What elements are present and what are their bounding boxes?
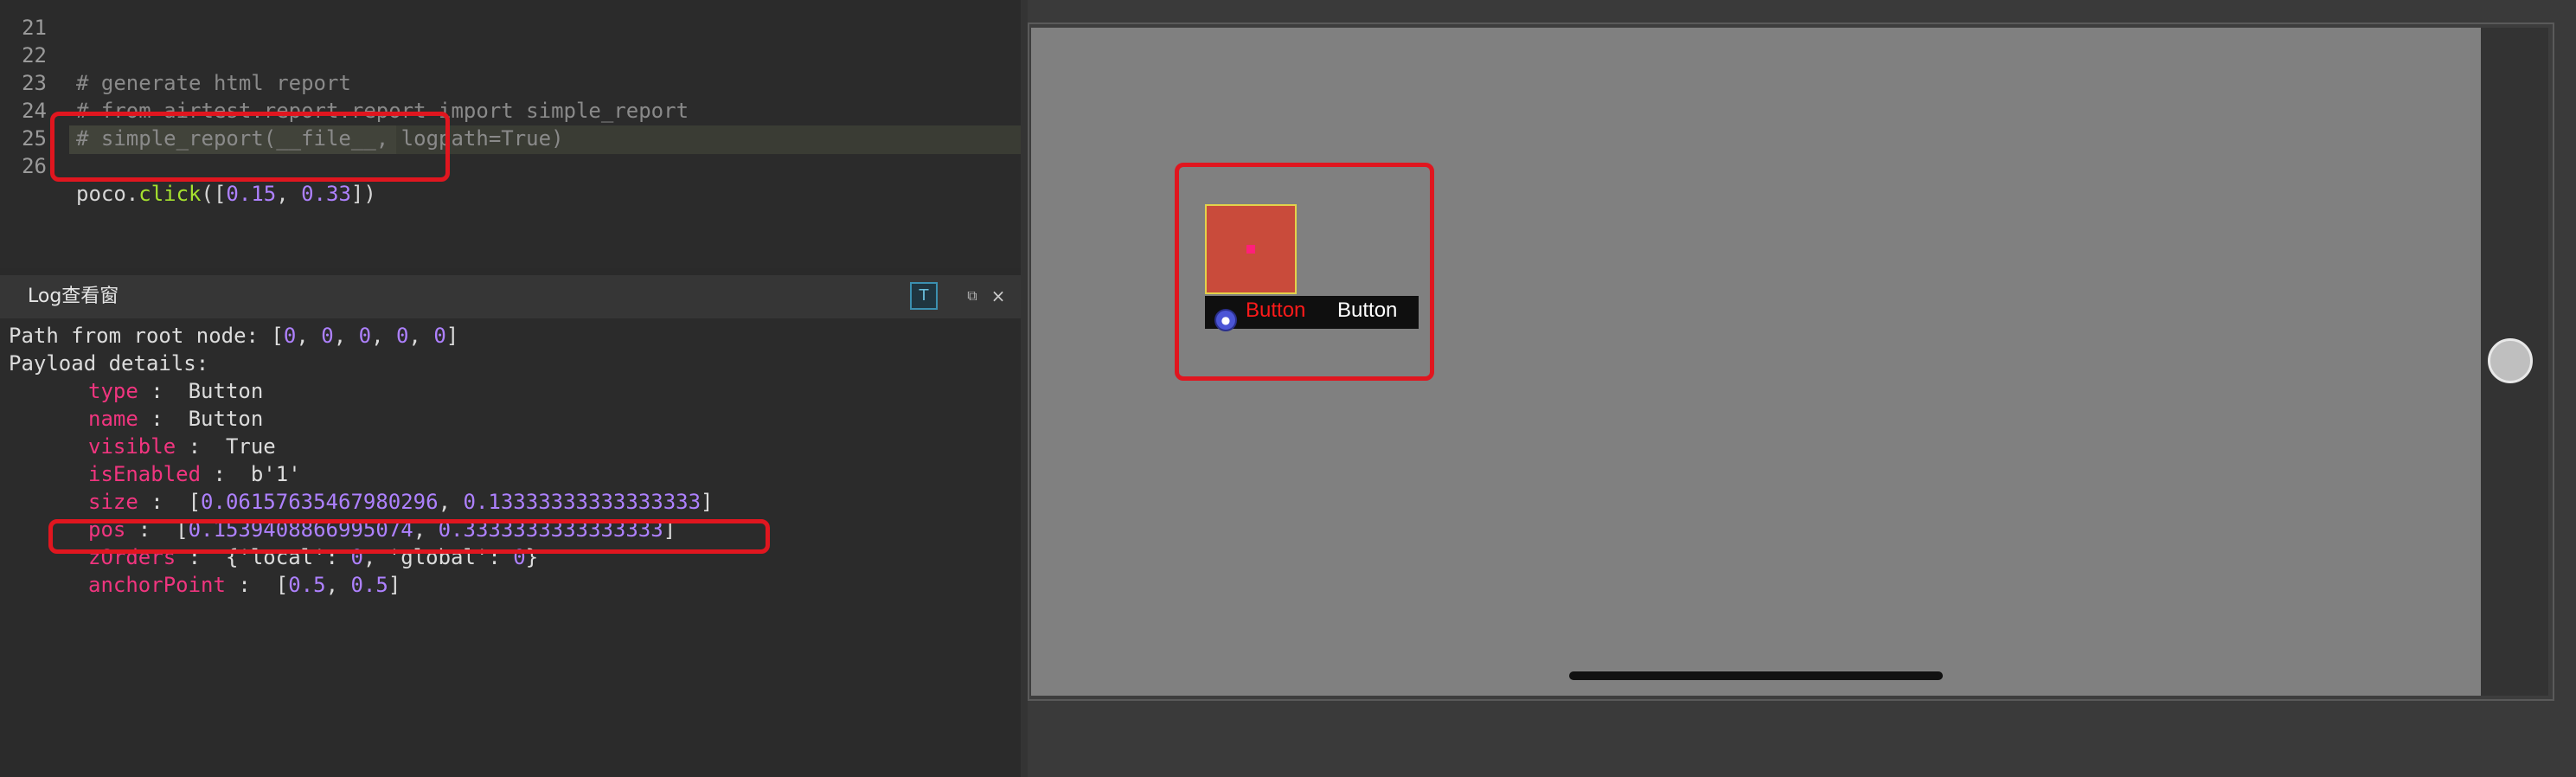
payload-field-anchorpoint: anchorPoint : [0.5, 0.5] xyxy=(88,571,400,599)
pos-highlight-box xyxy=(48,519,770,554)
field-number: 0.06157635467980296 xyxy=(201,490,439,514)
filter-icon[interactable]: T xyxy=(910,282,938,310)
field-value: Button xyxy=(188,407,264,431)
code-number: 0.15 xyxy=(226,182,277,206)
payload-field-size: size : [0.06157635467980296, 0.133333333… xyxy=(88,488,714,516)
field-sep: : xyxy=(225,573,276,597)
code-line-21[interactable]: 21 xyxy=(0,0,50,40)
path-label: Path from root node: [ xyxy=(9,324,284,348)
field-key: name xyxy=(88,407,138,431)
field-sep: : xyxy=(201,462,251,486)
field-bracket: [ xyxy=(275,573,289,597)
code-line-22[interactable]: 22 # generate html report xyxy=(0,14,351,95)
log-panel-title: Log查看窗 xyxy=(28,286,119,307)
log-panel-titlebar: Log查看窗 T ⧉ × xyxy=(0,275,1021,318)
field-sep: : xyxy=(138,490,189,514)
code-separator: , xyxy=(276,182,302,206)
field-value: True xyxy=(225,434,276,459)
close-icon[interactable]: × xyxy=(990,284,1007,308)
path-value: 0 xyxy=(358,324,372,348)
field-key: anchorPoint xyxy=(88,573,226,597)
code-line-23[interactable]: 23 # from airtest.report.report import s… xyxy=(0,42,689,123)
field-sep: : xyxy=(176,434,226,459)
home-button[interactable] xyxy=(2488,338,2533,383)
field-comma: , xyxy=(438,490,464,514)
field-bracket: ] xyxy=(388,573,401,597)
field-value: b'1' xyxy=(250,462,301,486)
field-key: visible xyxy=(88,434,176,459)
home-indicator[interactable] xyxy=(1569,671,1943,680)
path-value: 0 xyxy=(433,324,446,348)
payload-header: Payload details: xyxy=(9,351,209,376)
field-key: type xyxy=(88,379,138,403)
field-bracket: ] xyxy=(701,490,714,514)
path-from-root: Path from root node: [0, 0, 0, 0, 0] xyxy=(9,324,459,348)
path-value: 0 xyxy=(283,324,297,348)
payload-field-name: name : Button xyxy=(88,405,263,433)
field-number: 0.5 xyxy=(350,573,388,597)
field-key: size xyxy=(88,490,138,514)
field-comma: , xyxy=(325,573,351,597)
field-bracket: [ xyxy=(188,490,202,514)
vertical-splitter[interactable] xyxy=(1021,0,1028,777)
click-code-highlight-box xyxy=(50,112,450,182)
log-viewer-panel: Log查看窗 T ⧉ × Path from root node: [0, 0,… xyxy=(0,275,1021,777)
code-statement: poco.click([0.15, 0.33]) xyxy=(76,180,376,208)
payload-field-isenabled: isEnabled : b'1' xyxy=(88,460,301,488)
code-line-24[interactable]: 24 # simple_report(__file__, logpath=Tru… xyxy=(0,69,563,151)
code-bracket: ([ xyxy=(201,182,227,206)
code-object: poco. xyxy=(76,182,139,206)
code-number: 0.33 xyxy=(301,182,351,206)
float-window-icon[interactable]: ⧉ xyxy=(964,284,981,308)
field-sep: : xyxy=(138,407,189,431)
path-value: 0 xyxy=(395,324,409,348)
code-line-26[interactable]: 26 poco.click([0.15, 0.33]) xyxy=(0,125,376,206)
code-comment: # generate html report xyxy=(76,71,351,95)
path-value: 0 xyxy=(321,324,334,348)
code-editor[interactable]: 21 22 # generate html report 23 # from a… xyxy=(0,0,1021,268)
path-close: ] xyxy=(445,324,459,348)
payload-field-type: type : Button xyxy=(88,377,263,405)
code-line-25[interactable]: 25 xyxy=(0,97,50,151)
code-function: click xyxy=(138,182,202,206)
payload-field-visible: visible : True xyxy=(88,433,276,460)
field-sep: : xyxy=(138,379,189,403)
field-number: 0.13333333333333333 xyxy=(463,490,702,514)
field-key: isEnabled xyxy=(88,462,202,486)
device-highlight-box xyxy=(1175,163,1434,381)
field-number: 0.5 xyxy=(288,573,326,597)
code-bracket: ]) xyxy=(350,182,376,206)
field-value: Button xyxy=(188,379,264,403)
line-number: 26 xyxy=(22,154,47,178)
